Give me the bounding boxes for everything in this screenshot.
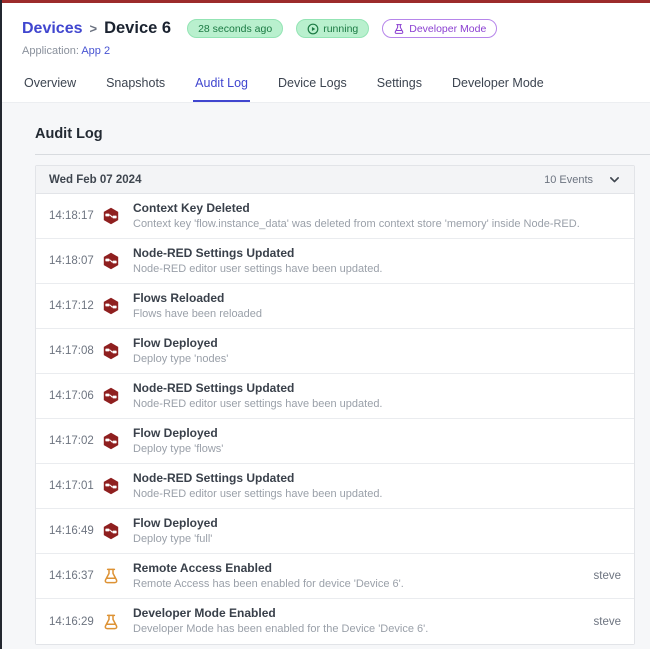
breadcrumb: Devices > Device 6 28 seconds ago runnin… [22, 19, 650, 38]
entry-title: Node-RED Settings Updated [133, 245, 295, 260]
section-title: Audit Log [35, 126, 103, 142]
entry-title: Context Key Deleted [133, 200, 250, 215]
entry-description: Flows have been reloaded [133, 307, 263, 320]
audit-log-entry: 14:16:37 Remote Access Enabled Remote Ac… [36, 554, 634, 599]
device-audit-page: Devices > Device 6 28 seconds ago runnin… [2, 0, 650, 645]
entry-title: Node-RED Settings Updated [133, 470, 295, 485]
node-red-icon [102, 477, 120, 495]
tab-settings[interactable]: Settings [375, 72, 424, 102]
audit-log-entry: 14:17:06 Node-RED Settings Updated Node-… [36, 374, 634, 419]
entry-description: Context key 'flow.instance_data' was del… [133, 217, 580, 230]
entry-description: Node-RED editor user settings have been … [133, 262, 383, 275]
entry-timestamp: 14:16:29 [49, 615, 94, 628]
entry-description: Remote Access has been enabled for devic… [133, 577, 404, 590]
entry-description: Node-RED editor user settings have been … [133, 397, 383, 410]
running-status-icon [307, 23, 319, 35]
entry-timestamp: 14:17:12 [49, 300, 94, 312]
application-line: Application: App 2 [22, 45, 650, 57]
entry-timestamp: 14:18:17 [49, 210, 94, 222]
chevron-down-icon[interactable] [608, 173, 621, 186]
entry-title: Flow Deployed [133, 335, 218, 350]
entry-timestamp: 14:18:07 [49, 255, 94, 267]
audit-log-card: Wed Feb 07 2024 10 Events 14:18:17 Conte… [35, 165, 635, 645]
entry-timestamp: 14:16:49 [49, 525, 94, 537]
group-events-count: 10 Events [544, 173, 593, 186]
window-top-edge [0, 0, 650, 3]
developer-mode-badge[interactable]: Developer Mode [382, 19, 498, 38]
audit-log-date-group-header[interactable]: Wed Feb 07 2024 10 Events [36, 166, 634, 194]
audit-log-entry: 14:18:17 Context Key Deleted Context key… [36, 194, 634, 239]
entry-description: Deploy type 'flows' [133, 442, 224, 455]
entry-user: steve [593, 570, 622, 582]
tab-developer-mode[interactable]: Developer Mode [450, 72, 546, 102]
tab-snapshots[interactable]: Snapshots [104, 72, 167, 102]
last-seen-badge: 28 seconds ago [187, 19, 284, 38]
developer-mode-badge-label: Developer Mode [409, 22, 487, 35]
device-badges: 28 seconds ago running Developer Mode [187, 19, 498, 38]
audit-log-entry: 14:17:12 Flows Reloaded Flows have been … [36, 284, 634, 329]
entry-timestamp: 14:17:01 [49, 480, 94, 492]
audit-log-entry: 14:17:08 Flow Deployed Deploy type 'node… [36, 329, 634, 374]
last-seen-badge-label: 28 seconds ago [198, 22, 273, 35]
status-badge: running [296, 19, 370, 38]
tab-overview[interactable]: Overview [22, 72, 78, 102]
entry-title: Remote Access Enabled [133, 560, 272, 575]
node-red-icon [102, 342, 120, 360]
audit-log-section: Audit Log Wed Feb 07 2024 10 Events 14:1… [2, 103, 650, 645]
entry-title: Node-RED Settings Updated [133, 380, 295, 395]
group-date-label: Wed Feb 07 2024 [49, 173, 142, 186]
node-red-icon [102, 207, 120, 225]
entry-description: Node-RED editor user settings have been … [133, 487, 383, 500]
application-label: Application: [22, 45, 79, 57]
node-red-icon [102, 297, 120, 315]
breadcrumb-separator: > [89, 21, 98, 36]
node-red-icon [102, 252, 120, 270]
audit-log-entry: 14:17:02 Flow Deployed Deploy type 'flow… [36, 419, 634, 464]
device-header: Devices > Device 6 28 seconds ago runnin… [2, 3, 650, 103]
node-red-icon [102, 522, 120, 540]
section-divider [35, 154, 650, 155]
entry-title: Flows Reloaded [133, 290, 225, 305]
tab-device-logs[interactable]: Device Logs [276, 72, 349, 102]
flask-icon [102, 567, 120, 585]
audit-log-entry: 14:16:49 Flow Deployed Deploy type 'full… [36, 509, 634, 554]
entry-description: Developer Mode has been enabled for the … [133, 623, 429, 636]
audit-log-entries: 14:18:17 Context Key Deleted Context key… [36, 194, 634, 644]
status-badge-label: running [323, 22, 359, 35]
entry-description: Deploy type 'full' [133, 532, 213, 545]
node-red-icon [102, 432, 120, 450]
application-link[interactable]: App 2 [81, 45, 110, 57]
window-left-edge [0, 0, 2, 649]
flask-icon [102, 613, 120, 631]
entry-user: steve [593, 615, 622, 628]
entry-timestamp: 14:17:02 [49, 435, 94, 447]
page-title-device-name: Device 6 [104, 19, 172, 37]
flask-icon [393, 23, 405, 35]
audit-log-entry: 14:16:29 Developer Mode Enabled Develope… [36, 599, 634, 644]
entry-timestamp: 14:17:06 [49, 390, 94, 402]
entry-title: Flow Deployed [133, 515, 218, 530]
node-red-icon [102, 387, 120, 405]
breadcrumb-devices-link[interactable]: Devices [22, 20, 83, 38]
entry-title: Developer Mode Enabled [133, 606, 276, 621]
tab-bar: Overview Snapshots Audit Log Device Logs Set… [22, 72, 650, 102]
entry-title: Flow Deployed [133, 425, 218, 440]
entry-timestamp: 14:17:08 [49, 345, 94, 357]
entry-description: Deploy type 'nodes' [133, 352, 229, 365]
audit-log-entry: 14:17:01 Node-RED Settings Updated Node-… [36, 464, 634, 509]
entry-timestamp: 14:16:37 [49, 570, 94, 582]
tab-audit-log[interactable]: Audit Log [193, 72, 250, 102]
audit-log-entry: 14:18:07 Node-RED Settings Updated Node-… [36, 239, 634, 284]
